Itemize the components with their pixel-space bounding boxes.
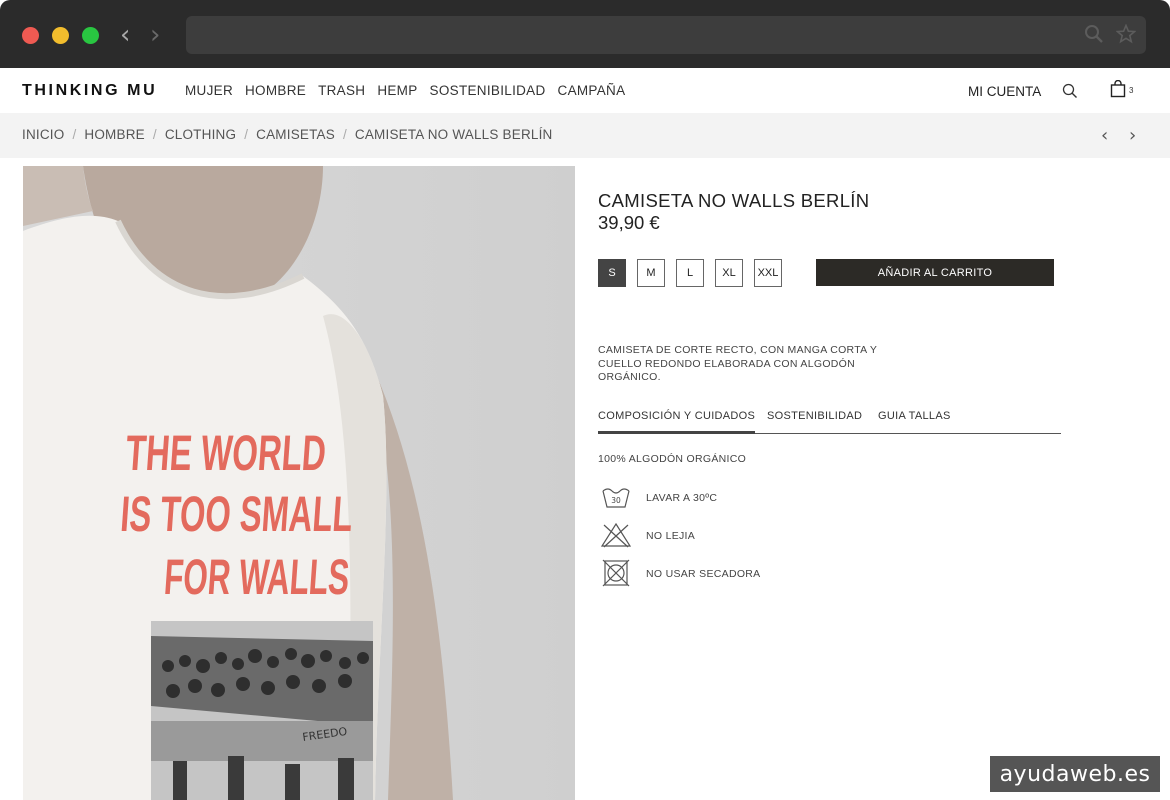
breadcrumb-separator: / — [72, 127, 77, 142]
size-selector: S M L XL XXL — [598, 259, 782, 287]
nav-item-trash[interactable]: TRASH — [318, 83, 365, 98]
product-image[interactable]: THE WORLD IS TOO SMALL FOR WALLS FREEDO — [23, 166, 575, 800]
nav-item-campana[interactable]: CAMPAÑA — [558, 83, 626, 98]
account-link[interactable]: MI CUENTA — [968, 84, 1041, 99]
breadcrumb-separator: / — [342, 127, 347, 142]
product-tabs: COMPOSICIÓN Y CUIDADOS SOSTENIBILIDAD GU… — [598, 410, 1061, 434]
breadcrumb-item-inicio[interactable]: INICIO — [22, 127, 64, 142]
search-icon[interactable] — [1084, 24, 1104, 44]
product-description: CAMISETA DE CORTE RECTO, CON MANGA CORTA… — [598, 344, 878, 383]
size-option-xl[interactable]: XL — [715, 259, 743, 287]
tab-guia-tallas[interactable]: GUIA TALLAS — [878, 410, 951, 430]
no-bleach-icon — [600, 522, 632, 548]
print-line-3: FOR WALLS — [162, 549, 351, 605]
composition-text: 100% ALGODÓN ORGÁNICO — [598, 453, 747, 465]
site-header: THINKING MU MUJER HOMBRE TRASH HEMP SOST… — [0, 68, 1170, 113]
care-label-wash: LAVAR A 30ºC — [646, 492, 718, 504]
shirt-photo-print: FREEDO — [151, 621, 373, 800]
breadcrumb-separator: / — [244, 127, 249, 142]
wash-temperature: 30 — [611, 496, 621, 505]
minimize-window-button[interactable] — [52, 27, 69, 44]
nav-item-sostenibilidad[interactable]: SOSTENIBILIDAD — [430, 83, 546, 98]
watermark: ayudaweb.es — [990, 756, 1160, 792]
browser-back-icon[interactable]: ‹ — [120, 20, 130, 50]
nav-item-mujer[interactable]: MUJER — [185, 83, 233, 98]
no-tumble-dry-icon — [602, 559, 630, 587]
tab-sostenibilidad[interactable]: SOSTENIBILIDAD — [767, 410, 862, 430]
cart-count-badge: 3 — [1129, 86, 1134, 95]
browser-forward-icon[interactable]: › — [150, 20, 160, 50]
product-price: 39,90 € — [598, 212, 660, 233]
breadcrumb-item-clothing[interactable]: CLOTHING — [165, 127, 236, 142]
maximize-window-button[interactable] — [82, 27, 99, 44]
main-nav: MUJER HOMBRE TRASH HEMP SOSTENIBILIDAD C… — [185, 83, 625, 98]
next-product-icon[interactable]: › — [1129, 125, 1136, 146]
breadcrumb-separator: / — [152, 127, 157, 142]
address-bar[interactable] — [186, 16, 1146, 54]
size-option-xxl[interactable]: XXL — [754, 259, 782, 287]
nav-item-hombre[interactable]: HOMBRE — [245, 83, 306, 98]
nav-item-hemp[interactable]: HEMP — [377, 83, 417, 98]
browser-chrome: ‹ › — [0, 0, 1170, 68]
size-option-m[interactable]: M — [637, 259, 665, 287]
close-window-button[interactable] — [22, 27, 39, 44]
breadcrumb: INICIO / HOMBRE / CLOTHING / CAMISETAS /… — [22, 127, 553, 142]
care-label-bleach: NO LEJIA — [646, 530, 696, 542]
shopping-bag-icon[interactable] — [1110, 80, 1126, 98]
product-title: CAMISETA NO WALLS BERLÍN — [598, 190, 870, 211]
breadcrumb-item-current: CAMISETA NO WALLS BERLÍN — [354, 127, 553, 142]
print-line-1: THE WORLD — [124, 425, 328, 481]
add-to-cart-button[interactable]: AÑADIR AL CARRITO — [816, 259, 1054, 286]
breadcrumb-bar: INICIO / HOMBRE / CLOTHING / CAMISETAS /… — [0, 113, 1170, 158]
size-option-s[interactable]: S — [598, 259, 626, 287]
search-icon[interactable] — [1062, 83, 1078, 99]
size-option-l[interactable]: L — [676, 259, 704, 287]
care-label-dryer: NO USAR SECADORA — [646, 568, 761, 580]
store-logo[interactable]: THINKING MU — [22, 82, 157, 100]
print-line-2: IS TOO SMALL — [119, 486, 355, 542]
tab-composicion[interactable]: COMPOSICIÓN Y CUIDADOS — [598, 410, 756, 434]
care-item-wash: 30 LAVAR A 30ºC — [600, 483, 900, 513]
bookmark-star-icon[interactable] — [1116, 24, 1136, 44]
wash-30-icon: 30 — [602, 488, 630, 508]
previous-product-icon[interactable]: ‹ — [1101, 125, 1108, 146]
care-item-dryer: NO USAR SECADORA — [600, 559, 900, 589]
breadcrumb-item-hombre[interactable]: HOMBRE — [84, 127, 144, 142]
breadcrumb-item-camisetas[interactable]: CAMISETAS — [256, 127, 335, 142]
care-item-bleach: NO LEJIA — [600, 521, 900, 551]
